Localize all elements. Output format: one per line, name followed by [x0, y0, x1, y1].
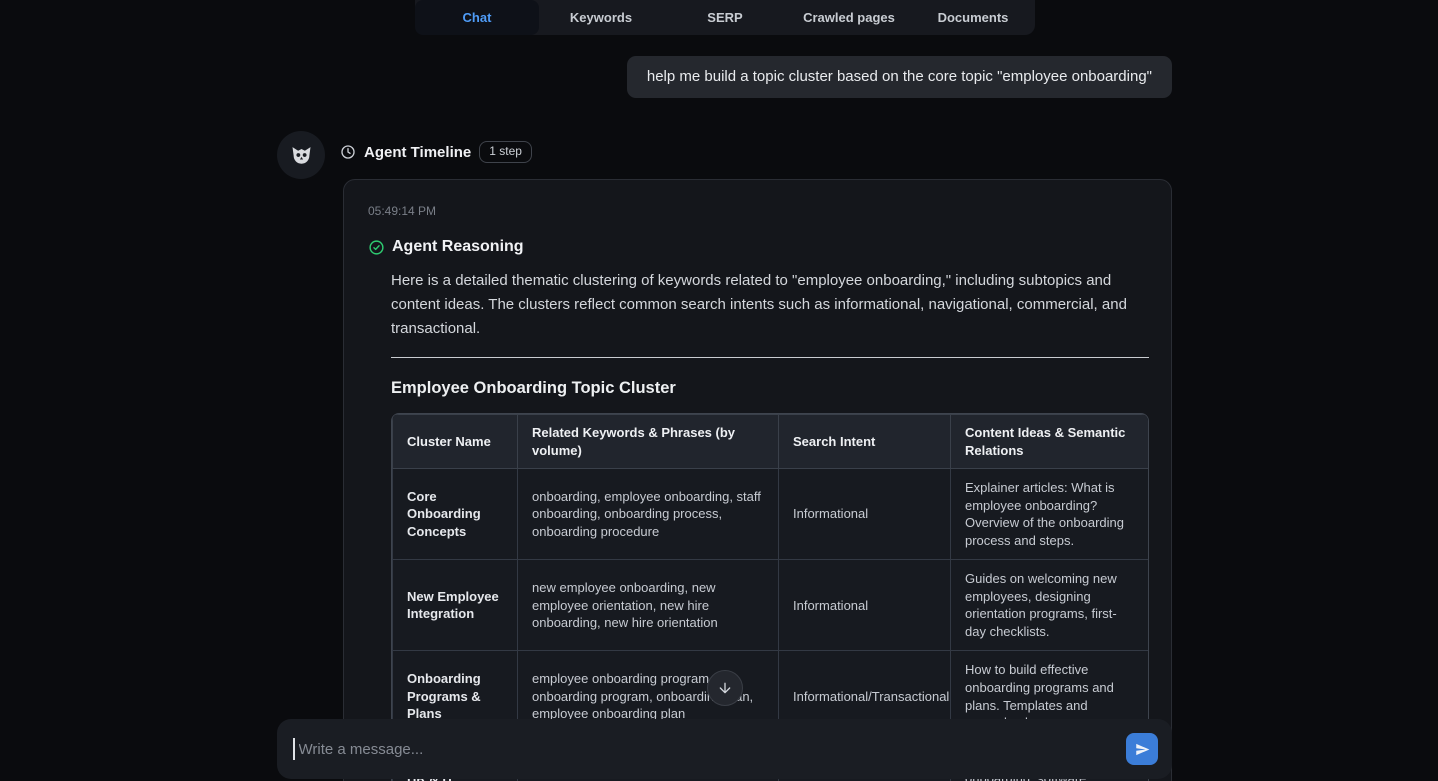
- user-message-bubble: help me build a topic cluster based on t…: [627, 56, 1172, 98]
- reasoning-header: Agent Reasoning: [368, 238, 1147, 256]
- steps-count-badge: 1 step: [479, 141, 532, 163]
- clock-icon: [340, 144, 356, 160]
- cell-cluster-name: New Employee Integration: [393, 560, 518, 651]
- text-caret: [293, 738, 295, 760]
- message-input[interactable]: [296, 741, 1127, 758]
- message-composer: [277, 719, 1172, 779]
- paper-plane-icon: [1135, 742, 1150, 757]
- cell-content-ideas: Explainer articles: What is employee onb…: [951, 469, 1150, 560]
- arrow-down-icon: [717, 680, 733, 696]
- cell-keywords: onboarding, employee onboarding, staff o…: [518, 469, 779, 560]
- cluster-section-title: Employee Onboarding Topic Cluster: [391, 379, 1149, 398]
- tab-serp[interactable]: SERP: [663, 0, 787, 35]
- table-row: Core Onboarding Concepts onboarding, emp…: [393, 469, 1150, 560]
- cell-cluster-name: Core Onboarding Concepts: [393, 469, 518, 560]
- cell-search-intent: Informational: [779, 560, 951, 651]
- send-button[interactable]: [1126, 733, 1158, 765]
- top-tabbar: Chat Keywords SERP Crawled pages Documen…: [415, 0, 1035, 35]
- reasoning-body: Here is a detailed thematic clustering o…: [391, 269, 1149, 781]
- cell-keywords: new employee onboarding, new employee or…: [518, 560, 779, 651]
- section-divider: [391, 357, 1149, 358]
- agent-timeline-label: Agent Timeline: [364, 144, 471, 161]
- scroll-to-bottom-button[interactable]: [707, 670, 743, 706]
- col-header-search-intent: Search Intent: [779, 415, 951, 469]
- agent-timeline-header: Agent Timeline 1 step: [340, 141, 532, 163]
- col-header-content-ideas: Content Ideas & Semantic Relations: [951, 415, 1150, 469]
- tab-crawled-pages[interactable]: Crawled pages: [787, 0, 911, 35]
- reasoning-intro-text: Here is a detailed thematic clustering o…: [391, 269, 1149, 341]
- cell-content-ideas: Guides on welcoming new employees, desig…: [951, 560, 1150, 651]
- table-header-row: Cluster Name Related Keywords & Phrases …: [393, 415, 1150, 469]
- reasoning-title: Agent Reasoning: [392, 238, 524, 256]
- app-screen: Chat Keywords SERP Crawled pages Documen…: [0, 0, 1438, 781]
- col-header-keywords: Related Keywords & Phrases (by volume): [518, 415, 779, 469]
- col-header-cluster-name: Cluster Name: [393, 415, 518, 469]
- tab-chat[interactable]: Chat: [415, 0, 539, 35]
- agent-timeline-card: 05:49:14 PM Agent Reasoning Here is a de…: [343, 179, 1172, 781]
- cell-search-intent: Informational: [779, 469, 951, 560]
- tab-documents[interactable]: Documents: [911, 0, 1035, 35]
- owl-logo-icon: [288, 142, 315, 169]
- check-circle-icon: [368, 239, 385, 256]
- tab-keywords[interactable]: Keywords: [539, 0, 663, 35]
- agent-avatar: [277, 131, 325, 179]
- step-timestamp: 05:49:14 PM: [368, 204, 1147, 218]
- table-row: New Employee Integration new employee on…: [393, 560, 1150, 651]
